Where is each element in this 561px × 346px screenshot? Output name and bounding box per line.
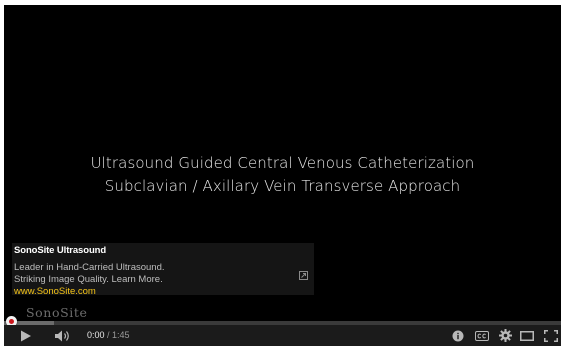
control-bar: 0:00 / 1:45	[4, 325, 561, 346]
captions-button[interactable]	[473, 325, 491, 346]
ad-overlay[interactable]: SonoSite Ultrasound Leader in Hand-Carri…	[12, 243, 314, 297]
settings-icon	[498, 329, 512, 342]
play-icon	[21, 330, 31, 341]
captions-icon	[475, 330, 489, 341]
theater-mode-icon	[520, 330, 534, 341]
fullscreen-icon	[544, 329, 558, 342]
play-button[interactable]	[16, 325, 36, 346]
time-display: 0:00 / 1:45	[87, 330, 130, 340]
current-time: 0:00	[87, 330, 105, 340]
volume-button[interactable]	[52, 325, 74, 346]
video-title-line-1: Ultrasound Guided Central Venous Cathete…	[90, 154, 475, 172]
time-separator: /	[104, 330, 113, 340]
ad-url-link[interactable]: www.SonoSite.com	[14, 286, 96, 297]
settings-button[interactable]	[497, 325, 513, 346]
video-title-line-2: Subclavian / Axillary Vein Transverse Ap…	[104, 177, 461, 195]
ad-sponsor[interactable]: SonoSite Ultrasound	[14, 245, 106, 256]
ad-text-line-1[interactable]: Leader in Hand-Carried Ultrasound.	[14, 262, 165, 273]
theater-mode-button[interactable]	[518, 325, 536, 346]
info-button[interactable]	[451, 325, 465, 346]
fullscreen-button[interactable]	[542, 325, 560, 346]
volume-icon	[55, 330, 69, 341]
sonosite-watermark-logo: SonoSite	[26, 305, 88, 320]
video-title-card: Ultrasound Guided Central Venous Cathete…	[4, 152, 561, 198]
video-area[interactable]: Ultrasound Guided Central Venous Cathete…	[4, 5, 561, 321]
info-icon	[452, 330, 464, 341]
ad-text-line-2[interactable]: Striking Image Quality. Learn More.	[14, 274, 163, 285]
video-player[interactable]: Ultrasound Guided Central Venous Cathete…	[4, 5, 561, 346]
external-link-icon[interactable]	[299, 271, 308, 280]
duration: 1:45	[112, 330, 130, 340]
